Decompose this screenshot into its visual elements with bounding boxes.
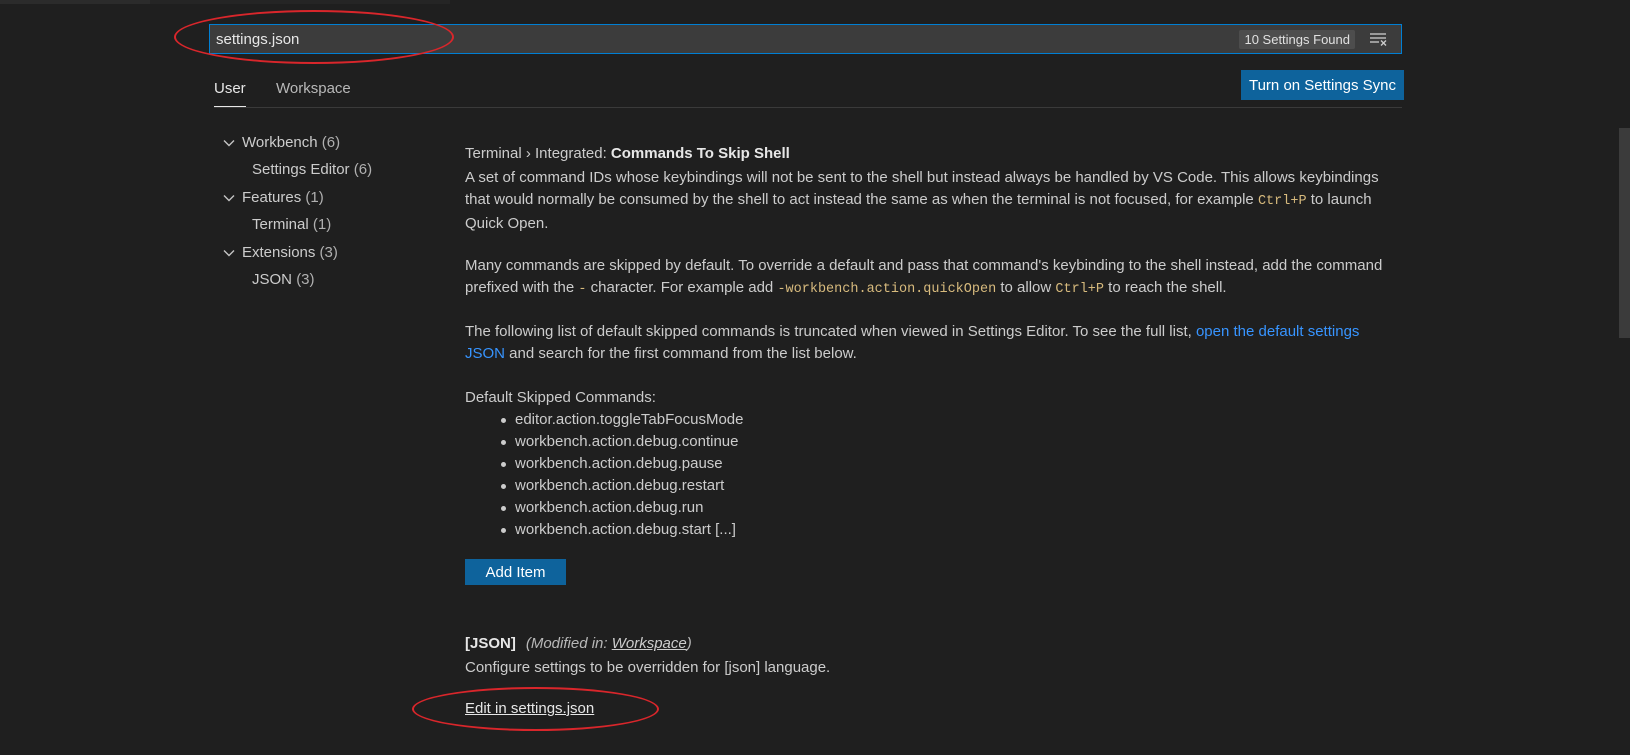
description-text: character. For example add (586, 279, 778, 296)
json-setting-title: [JSON] (Modified in: Workspace) (465, 635, 692, 652)
list-item: workbench.action.debug.start [...] (500, 519, 743, 541)
toc-item-count: (6) (321, 134, 341, 151)
toc-item-features[interactable]: Features (1) (242, 189, 324, 206)
list-item: workbench.action.debug.restart (500, 475, 743, 497)
inline-code: -workbench.action.quickOpen (777, 282, 997, 297)
modified-indicator: (Modified in: Workspace) (526, 635, 692, 652)
list-item: workbench.action.debug.run (500, 497, 743, 519)
chevron-down-icon[interactable] (222, 136, 236, 150)
toc-item-label: JSON (252, 271, 293, 288)
toc-item-count: (1) (312, 216, 332, 233)
description-text: to reach the shell. (1104, 279, 1227, 296)
toc-item-terminal[interactable]: Terminal (1) (252, 216, 331, 233)
description-text: The following list of default skipped co… (465, 323, 1196, 340)
modified-suffix: ) (686, 635, 692, 652)
setting-description-paragraph: Many commands are skipped by default. To… (465, 255, 1385, 301)
toc-item-label: Terminal (252, 216, 309, 233)
setting-description-paragraph: A set of command IDs whose keybindings w… (465, 167, 1385, 235)
clear-filter-icon[interactable] (1369, 31, 1387, 47)
setting-description-paragraph: The following list of default skipped co… (465, 321, 1385, 365)
setting-name: Commands To Skip Shell (610, 145, 790, 162)
toc-item-settings-editor[interactable]: Settings Editor (6) (252, 161, 372, 178)
default-skipped-commands-list: editor.action.toggleTabFocusMode workben… (465, 409, 743, 541)
toc-item-count: (3) (296, 271, 315, 288)
edit-in-settings-json-link[interactable]: Edit in settings.json (465, 700, 594, 717)
list-item: workbench.action.debug.continue (500, 431, 743, 453)
default-skipped-commands-label: Default Skipped Commands: (465, 389, 656, 406)
modified-prefix: (Modified in: (525, 635, 612, 652)
json-setting-description: Configure settings to be overridden for … (465, 659, 831, 676)
toc-item-count: (6) (353, 161, 373, 178)
list-item: editor.action.toggleTabFocusMode (500, 409, 743, 431)
toc-item-label: Workbench (242, 134, 318, 151)
chevron-down-icon[interactable] (222, 246, 236, 260)
tabs-divider (214, 107, 1402, 108)
toc-item-extensions[interactable]: Extensions (3) (242, 244, 338, 261)
description-text: to allow (996, 279, 1056, 296)
settings-search-input[interactable] (216, 25, 1116, 53)
inline-code: Ctrl+P (1257, 194, 1307, 209)
results-count-badge: 10 Settings Found (1239, 30, 1355, 49)
inline-code: - (578, 282, 587, 297)
toc-item-json[interactable]: JSON (3) (252, 271, 315, 288)
toc-item-label: Features (242, 189, 302, 206)
setting-title: Terminal › Integrated: Commands To Skip … (465, 145, 790, 162)
modified-in-workspace-link[interactable]: Workspace (612, 635, 687, 652)
description-text: and search for the first command from th… (505, 345, 857, 362)
description-text: A set of command IDs whose keybindings w… (465, 169, 1379, 208)
toc-item-count: (1) (305, 189, 324, 206)
top-strip-segment (0, 0, 150, 4)
tab-workspace[interactable]: Workspace (276, 78, 351, 106)
chevron-down-icon[interactable] (222, 191, 236, 205)
settings-search-box: 10 Settings Found (209, 24, 1402, 54)
toc-item-workbench[interactable]: Workbench (6) (242, 134, 340, 151)
inline-code: Ctrl+P (1055, 282, 1105, 297)
toc-item-label: Settings Editor (252, 161, 350, 178)
list-item: workbench.action.debug.pause (500, 453, 743, 475)
setting-category: Terminal › Integrated: (465, 145, 611, 162)
top-strip-segment (150, 0, 450, 4)
scrollbar-thumb[interactable] (1619, 128, 1630, 338)
toc-item-label: Extensions (242, 244, 316, 261)
setting-name: [JSON] (465, 635, 516, 652)
tab-user[interactable]: User (214, 78, 246, 107)
turn-on-settings-sync-button[interactable]: Turn on Settings Sync (1241, 70, 1404, 100)
toc-item-count: (3) (319, 244, 338, 261)
add-item-button[interactable]: Add Item (465, 559, 566, 585)
